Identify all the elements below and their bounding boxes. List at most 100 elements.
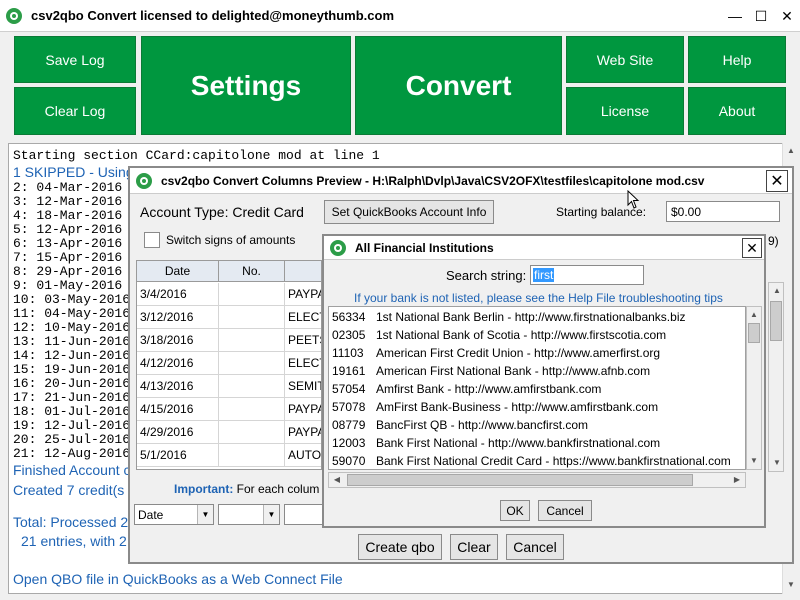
table-row[interactable]: 3/18/2016 PEETS (137, 329, 321, 352)
column-header[interactable] (285, 261, 321, 281)
scroll-right-icon[interactable]: ▶ (729, 472, 745, 488)
cell-date: 3/12/2016 (137, 306, 219, 328)
app-logo-icon (136, 172, 152, 189)
chevron-down-icon[interactable]: ▼ (263, 505, 279, 524)
scroll-down-icon[interactable]: ▼ (746, 453, 762, 469)
app-logo-icon (6, 7, 22, 24)
scroll-down-icon[interactable]: ▼ (769, 455, 785, 471)
cell-date: 3/18/2016 (137, 329, 219, 351)
cell-desc: ELECT (288, 310, 321, 324)
search-input[interactable]: first (530, 265, 644, 285)
list-item[interactable]: 08779 BancFirst QB - http://www.bancfirst… (332, 416, 588, 434)
close-icon[interactable]: ✕ (766, 170, 788, 192)
table-row[interactable]: 4/29/2016 PAYPA (137, 421, 322, 444)
log-entry: 4: 18-Mar-2016 (13, 208, 123, 223)
help-tip-link[interactable]: If your bank is not listed, please see t… (354, 291, 723, 305)
maximize-icon[interactable]: ☐ (748, 0, 774, 32)
log-entry: 2: 04-Mar-2016 (13, 180, 123, 195)
clear-log-button[interactable]: Clear Log (14, 87, 136, 135)
search-input-value: first (533, 268, 555, 282)
scroll-thumb[interactable] (770, 301, 782, 341)
log-entry: 16: 20-Jun-2016 (13, 376, 131, 391)
log-entry: 9: 01-May-2016 (13, 278, 123, 293)
about-button[interactable]: About (688, 87, 786, 135)
log-entry: 8: 29-Apr-2016 (13, 264, 123, 279)
chevron-down-icon[interactable]: ▼ (197, 505, 213, 524)
ok-button[interactable]: OK (500, 500, 530, 521)
table-row[interactable]: 4/15/2016 PAYPA (137, 398, 321, 421)
list-item[interactable]: 19161 American First National Bank - http… (332, 362, 650, 380)
cell-date: 4/13/2016 (137, 375, 219, 397)
grid-scrollbar[interactable]: ▲ ▼ (768, 282, 784, 472)
item-code: 02305 (332, 328, 366, 342)
list-item[interactable]: 57078 AmFirst Bank-Business - http://www.… (332, 398, 658, 416)
table-row[interactable]: 3/4/2016 PAYPA (137, 283, 321, 306)
switch-signs-label: Switch signs of amounts (166, 233, 296, 247)
item-name: BancFirst QB - http://www.bancfirst.com (376, 418, 589, 432)
license-button[interactable]: License (566, 87, 684, 135)
window-title: csv2qbo Convert licensed to delighted@mo… (31, 8, 395, 23)
web-site-button[interactable]: Web Site (566, 36, 684, 83)
list-item[interactable]: 59070 Bank First National Credit Card - h… (332, 452, 731, 469)
close-icon[interactable]: ✕ (774, 0, 800, 32)
list-item[interactable]: 12003 Bank First National - http://www.ba… (332, 434, 660, 452)
convert-button[interactable]: Convert (355, 36, 562, 135)
item-code: 12003 (332, 436, 366, 450)
set-qb-account-button[interactable]: Set QuickBooks Account Info (324, 200, 494, 224)
scroll-up-icon[interactable]: ▲ (783, 143, 799, 159)
important-text: For each colum (236, 482, 320, 496)
important-note: Important: For each colum (174, 482, 319, 496)
log-skipped: 1 SKIPPED - Using (13, 164, 134, 180)
switch-signs-checkbox[interactable] (144, 232, 160, 248)
column-header[interactable]: Date (137, 261, 219, 281)
item-name: 1st National Bank of Scotia - http://www… (376, 328, 667, 342)
preview-title: csv2qbo Convert Columns Preview - H:\Ral… (161, 173, 705, 188)
open-qbo-link[interactable]: Open QBO file in QuickBooks as a Web Con… (13, 571, 343, 587)
item-code: 08779 (332, 418, 366, 432)
item-name: American First Credit Union - http://www… (376, 346, 661, 360)
help-button[interactable]: Help (688, 36, 786, 83)
fi-title-bar: All Financial Institutions (324, 236, 764, 260)
scroll-thumb[interactable] (347, 474, 693, 486)
scroll-up-icon[interactable]: ▲ (769, 283, 785, 299)
cancel-button[interactable]: Cancel (506, 534, 564, 560)
create-qbo-button[interactable]: Create qbo (358, 534, 442, 560)
cell-no (219, 421, 285, 443)
close-icon[interactable]: ✕ (742, 238, 762, 258)
item-code: 11103 (332, 346, 364, 360)
table-row[interactable]: 4/12/2016 ELECT (137, 352, 321, 375)
clear-button[interactable]: Clear (450, 534, 498, 560)
table-row[interactable]: 5/1/2016 AUTO I (137, 444, 321, 467)
cell-no (219, 329, 285, 351)
list-item[interactable]: 11103 American First Credit Union - http:… (332, 344, 660, 362)
list-item[interactable]: 02305 1st National Bank of Scotia - http:… (332, 326, 666, 344)
settings-button[interactable]: Settings (141, 36, 351, 135)
item-name: Bank First National Credit Card - https:… (376, 454, 731, 468)
save-log-button[interactable]: Save Log (14, 36, 136, 83)
cell-desc: ELECT (288, 356, 321, 370)
log-entry: 19: 12-Jul-2016 (13, 418, 131, 433)
starting-balance-field[interactable]: $0.00 (666, 201, 780, 222)
table-row[interactable]: 3/12/2016 ELECT (137, 306, 321, 329)
scroll-thumb[interactable] (748, 323, 760, 343)
cell-date: 4/15/2016 (137, 398, 219, 420)
cell-no (219, 283, 285, 305)
column-type-select[interactable]: Date ▼ (134, 504, 214, 525)
column-type-select[interactable] (284, 504, 324, 525)
cancel-button[interactable]: Cancel (538, 500, 592, 521)
scroll-down-icon[interactable]: ▼ (783, 577, 799, 593)
column-type-select[interactable]: ▼ (218, 504, 280, 525)
cell-desc: PAYPA (288, 425, 322, 439)
minimize-icon[interactable]: — (722, 0, 748, 32)
cell-date: 4/29/2016 (137, 421, 219, 443)
list-horizontal-scrollbar[interactable]: ◀ ▶ (328, 472, 746, 488)
list-item[interactable]: 56334 1st National Bank Berlin - http://w… (332, 308, 685, 326)
partial-label: 9) (768, 234, 779, 248)
column-header[interactable]: No. (219, 261, 285, 281)
item-code: 56334 (332, 310, 366, 324)
list-vertical-scrollbar[interactable]: ▲ ▼ (746, 306, 762, 470)
scroll-left-icon[interactable]: ◀ (329, 472, 345, 488)
scroll-up-icon[interactable]: ▲ (746, 307, 762, 323)
list-item[interactable]: 57054 Amfirst Bank - http://www.amfirstba… (332, 380, 601, 398)
table-row[interactable]: 4/13/2016 SEMITC (137, 375, 321, 398)
